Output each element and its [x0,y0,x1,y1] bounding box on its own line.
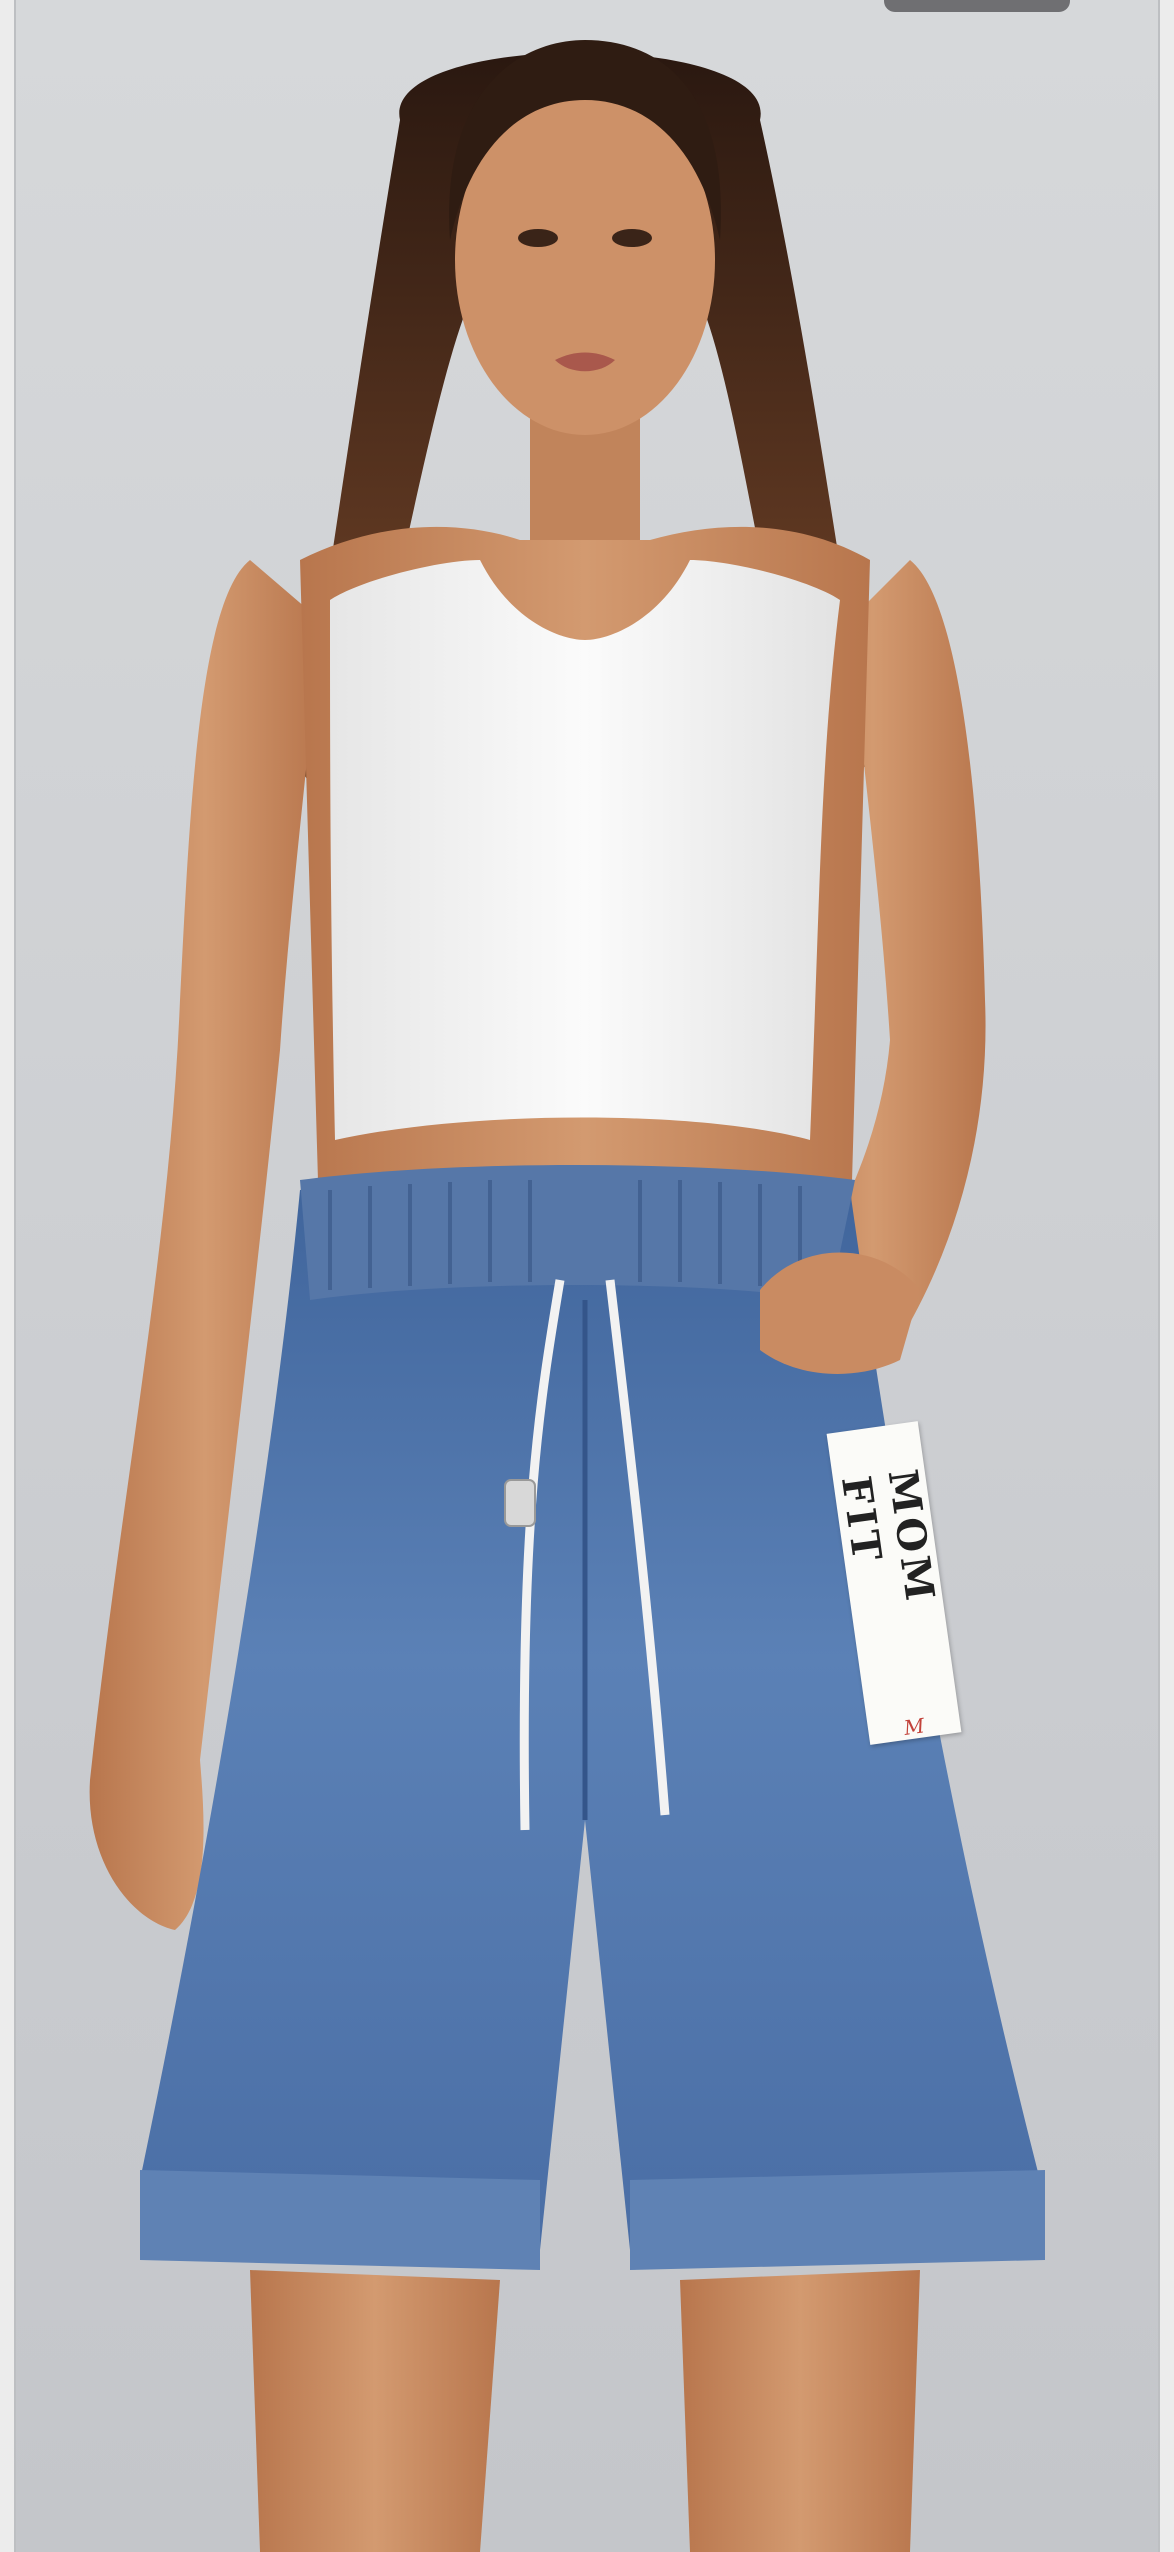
tag-logo-mark: M [902,1713,926,1740]
right-eye [612,229,652,247]
product-photo-frame: MOM FIT M [0,0,1174,2552]
left-eye [518,229,558,247]
frame-border-right [1158,0,1174,2552]
tank-top [330,560,840,1140]
model-photo [89,40,1045,2552]
drawstring-bead [504,1479,536,1527]
right-cuff [630,2170,1045,2270]
frame-border-left [0,0,16,2552]
left-leg [250,2270,500,2552]
left-cuff [140,2170,540,2270]
right-hand [760,1252,920,1374]
right-leg [680,2270,920,2552]
